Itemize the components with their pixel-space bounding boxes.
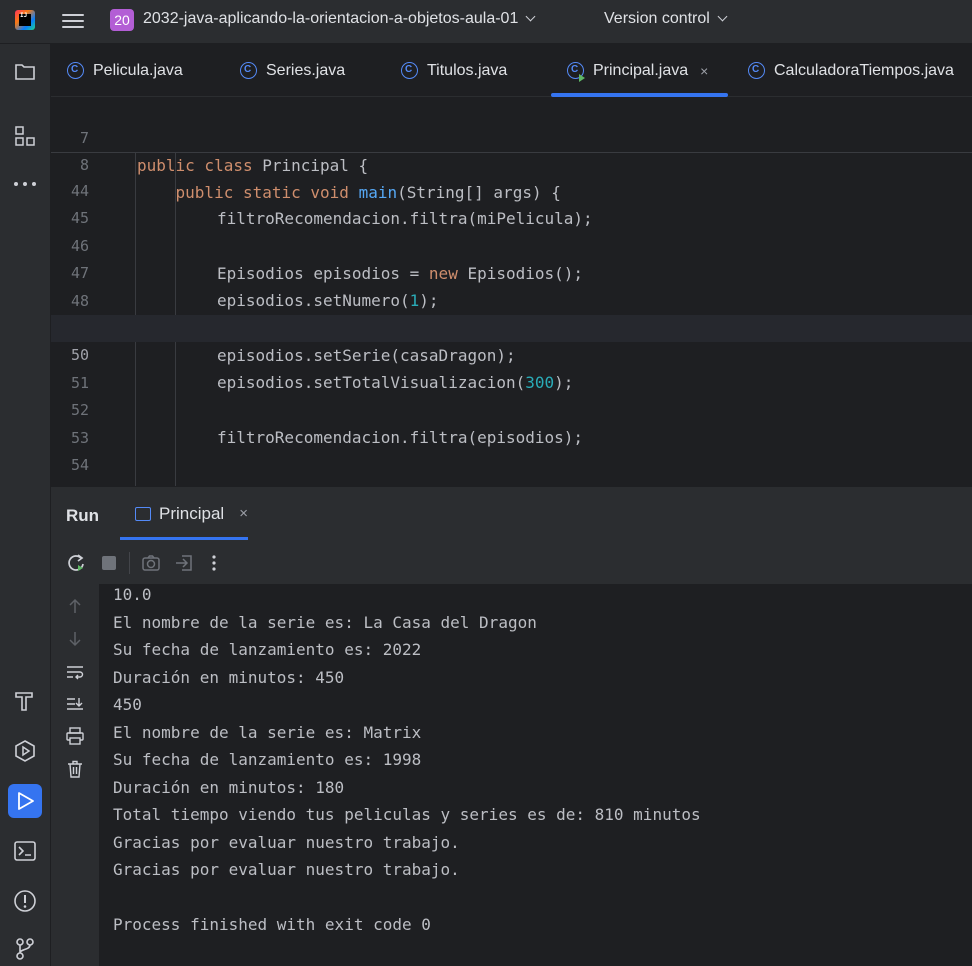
console-output[interactable]: 10.0 El nombre de la serie es: La Casa d… <box>99 584 972 966</box>
line-number: 8 <box>79 156 89 174</box>
tab-principal[interactable]: C Principal.java × <box>550 44 729 97</box>
run-panel-title: Run <box>66 506 100 525</box>
run-icon[interactable] <box>8 784 42 818</box>
project-selector[interactable]: 2032-java-aplicando-la-orientacion-a-obj… <box>143 10 536 28</box>
project-badge[interactable]: 20 <box>110 9 134 31</box>
code-line: 49 episodios.setSerie(casaDragon); <box>51 288 972 365</box>
project-folder-icon[interactable] <box>8 54 42 88</box>
title-bar: IJ 20 2032-java-aplicando-la-orientacion… <box>0 0 972 44</box>
build-hammer-icon[interactable] <box>8 684 42 718</box>
run-toolbar <box>51 540 972 584</box>
tab-titulos[interactable]: C Titulos.java <box>401 44 507 97</box>
sticky-scope-header[interactable]: 7 public class Principal { 8 public stat… <box>51 98 972 202</box>
exit-icon[interactable] <box>173 552 195 574</box>
problems-icon[interactable] <box>8 884 42 918</box>
console-line: 10.0 <box>113 585 152 604</box>
project-name: 2032-java-aplicando-la-orientacion-a-obj… <box>143 10 519 27</box>
console-line: Gracias por evaluar nuestro trabajo. <box>113 860 460 879</box>
logo-text: IJ <box>20 12 28 19</box>
more-icon[interactable] <box>8 167 42 201</box>
code-line: 48 episodios.setNombre("El encuentro del… <box>51 261 972 338</box>
up-arrow-icon[interactable] <box>65 596 85 616</box>
more-vertical-icon[interactable] <box>206 552 222 574</box>
run-tool-window: Run Principal × 10.0 El nombre de la ser… <box>51 486 972 966</box>
code-line: 46 Episodios episodios = new Episodios()… <box>51 206 972 283</box>
screenshot-icon[interactable] <box>140 552 162 574</box>
tab-calculadora-tiempos[interactable]: C CalculadoraTiempos.java <box>748 44 954 97</box>
left-tool-strip <box>0 44 51 966</box>
scroll-to-end-icon[interactable] <box>65 694 85 714</box>
stop-icon[interactable] <box>100 554 118 572</box>
tab-label: Series.java <box>266 61 346 79</box>
console-exit-line: Process finished with exit code 0 <box>113 915 431 934</box>
console-line: Duración en minutos: 450 <box>113 668 345 687</box>
java-class-icon: C <box>401 62 418 79</box>
main-menu-icon[interactable] <box>62 11 84 31</box>
code-line: 8 public static void main(String[] args)… <box>51 125 972 202</box>
editor-tabs: C Pelicula.java C Series.java C Titulos.… <box>51 44 972 97</box>
code-line: 7 public class Principal { <box>51 98 972 175</box>
console-line: Su fecha de lanzamiento es: 1998 <box>113 750 422 769</box>
tab-label: Pelicula.java <box>93 61 183 79</box>
intellij-logo-icon[interactable]: IJ <box>15 10 35 30</box>
java-class-icon: C <box>240 62 257 79</box>
terminal-icon[interactable] <box>8 834 42 868</box>
rerun-icon[interactable] <box>65 552 87 574</box>
chevron-down-icon <box>717 11 728 22</box>
close-run-tab-icon[interactable]: × <box>239 505 248 522</box>
code-line: 51 <box>51 343 972 392</box>
console-line: El nombre de la serie es: Matrix <box>113 723 422 742</box>
java-class-icon: C <box>67 62 84 79</box>
code-line: 47 episodios.setNumero(1); <box>51 233 972 310</box>
tab-series[interactable]: C Series.java <box>240 44 345 97</box>
version-control-menu[interactable]: Version control <box>604 10 728 28</box>
java-runnable-class-icon: C <box>567 62 585 82</box>
tab-pelicula[interactable]: C Pelicula.java <box>67 44 183 97</box>
code-line: 53 <box>51 398 972 447</box>
tab-label: CalculadoraTiempos.java <box>774 61 954 79</box>
soft-wrap-icon[interactable] <box>65 662 85 682</box>
tab-label: Principal.java <box>593 61 689 79</box>
console-line: El nombre de la serie es: La Casa del Dr… <box>113 613 537 632</box>
run-config-icon <box>135 506 151 521</box>
trash-icon[interactable] <box>65 759 85 779</box>
console-line: Total tiempo viendo tus peliculas y seri… <box>113 805 701 824</box>
run-tab-principal[interactable]: Principal × <box>120 487 248 540</box>
print-icon[interactable] <box>65 726 85 746</box>
tab-label: Titulos.java <box>427 61 508 79</box>
java-class-icon: C <box>748 62 765 79</box>
console-line: Duración en minutos: 180 <box>113 778 345 797</box>
code-editor[interactable]: 7 public class Principal { 8 public stat… <box>51 98 972 486</box>
structure-icon[interactable] <box>8 119 42 153</box>
vcs-label: Version control <box>604 10 710 27</box>
down-arrow-icon[interactable] <box>65 629 85 649</box>
console-side-toolbar <box>51 584 99 966</box>
current-code-line: 50 episodios.setTotalVisualizacion(300); <box>51 315 972 392</box>
console-line: Gracias por evaluar nuestro trabajo. <box>113 833 460 852</box>
code-line: 52 filtroRecomendacion.filtra(episodios)… <box>51 370 972 447</box>
run-tab-label: Principal <box>159 503 225 523</box>
console-line: Su fecha de lanzamiento es: 2022 <box>113 640 422 659</box>
sticky-class-declaration: public class Principal { <box>137 156 369 175</box>
code-line: 54 <box>51 425 972 474</box>
code-line: 55 <box>51 453 972 486</box>
console-line: 450 <box>113 695 142 714</box>
close-tab-icon[interactable]: × <box>700 63 708 79</box>
services-icon[interactable] <box>8 734 42 768</box>
chevron-down-icon <box>525 11 536 22</box>
git-icon[interactable] <box>8 932 42 966</box>
sticky-method-declaration: public static void main(String[] args) { <box>175 183 561 202</box>
